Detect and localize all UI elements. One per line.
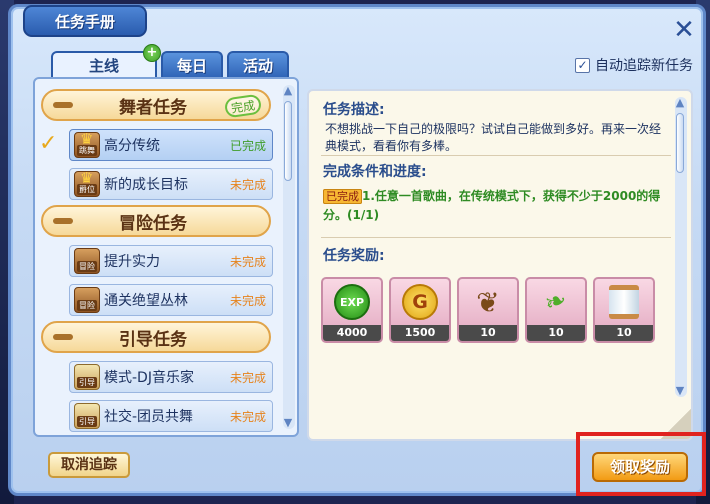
seed-icon: ❦ (476, 285, 500, 319)
quest-title: 通关绝望丛林 (104, 293, 188, 309)
quest-tabs: 主线 + 每日 活动 (51, 44, 289, 78)
condition-title: 完成条件和进度: (323, 164, 427, 180)
divider (321, 237, 671, 238)
quest-list-panel: 舞者任务 完成 ✓ 跳舞 高分传统 已完成 爵位 新的成长目标 未完成 冒险任务… (33, 77, 299, 437)
reward-count: 4000 (323, 325, 381, 341)
scroll-thumb[interactable] (284, 101, 292, 181)
dance-crown-icon: 跳舞 (74, 130, 100, 158)
reward-herb[interactable]: ❧ 10 (525, 277, 587, 343)
new-badge-icon: + (143, 44, 161, 62)
tab-main-label: 主线 (88, 57, 119, 75)
close-icon[interactable]: ✕ (671, 17, 697, 43)
guide-icon: 引导 (74, 403, 100, 429)
quest-icon-tag: 冒险 (77, 300, 97, 311)
reward-count: 10 (527, 325, 585, 341)
tab-event[interactable]: 活动 (227, 51, 289, 78)
quest-icon-tag: 引导 (77, 416, 97, 427)
quest-icon-tag: 冒险 (77, 261, 97, 272)
tab-daily-label: 每日 (176, 57, 207, 75)
quest-item[interactable]: 引导 模式-DJ音乐家 未完成 (69, 361, 273, 393)
quest-status: 未完成 (229, 293, 266, 308)
adventure-icon: 冒险 (74, 287, 100, 313)
reward-count: 1500 (391, 325, 449, 341)
category-dancer[interactable]: 舞者任务 完成 (41, 89, 271, 121)
quest-icon-tag: 爵位 (77, 184, 97, 195)
herb-icon: ❧ (540, 284, 572, 320)
scroll-down-icon[interactable]: ▼ (674, 385, 686, 397)
category-title: 引导任务 (119, 329, 187, 350)
category-title: 冒险任务 (119, 213, 187, 234)
completed-badge: 已完成 (323, 189, 362, 204)
quest-title: 高分传统 (104, 138, 160, 154)
quest-status: 未完成 (229, 177, 266, 192)
reward-spool[interactable]: 10 (593, 277, 655, 343)
completed-stamp: 完成 (223, 93, 263, 119)
tab-main[interactable]: 主线 + (51, 44, 161, 78)
window-title: 任务手册 (23, 5, 147, 37)
quest-status: 已完成 (229, 138, 266, 153)
quest-status: 未完成 (229, 254, 266, 269)
category-guide[interactable]: 引导任务 (41, 321, 271, 353)
highlight-annotation (576, 432, 706, 496)
adventure-icon: 冒险 (74, 248, 100, 274)
category-adventure[interactable]: 冒险任务 (41, 205, 271, 237)
cancel-track-button[interactable]: 取消追踪 (48, 452, 130, 478)
reward-title: 任务奖励: (323, 248, 385, 264)
tab-event-label: 活动 (242, 57, 273, 75)
quest-item[interactable]: 跳舞 高分传统 已完成 (69, 129, 273, 161)
quest-item[interactable]: 冒险 通关绝望丛林 未完成 (69, 284, 273, 316)
category-title: 舞者任务 (119, 97, 187, 118)
quest-icon-tag: 引导 (77, 377, 97, 388)
scroll-up-icon[interactable]: ▲ (674, 97, 686, 109)
description-title: 任务描述: (323, 102, 385, 118)
reward-count: 10 (595, 325, 653, 341)
quest-list-scrollbar[interactable]: ▲ ▼ (283, 85, 295, 429)
description-text: 不想挑战一下自己的极限吗？试试自己能做到多好。再来一次经典模式，看看你有多棒。 (325, 122, 662, 153)
auto-track-label: 自动追踪新任务 (595, 58, 693, 74)
condition-detail: 1.任意一首歌曲，在传统模式下，获得不少于2000的得分。(1/1) (323, 189, 661, 222)
quest-handbook-window: 任务手册 ✕ ✓ 自动追踪新任务 主线 + 每日 活动 舞者任务 完成 ✓ 跳舞… (8, 4, 706, 496)
quest-detail-panel: 任务描述: 不想挑战一下自己的极限吗？试试自己能做到多好。再来一次经典模式，看看… (307, 89, 693, 441)
checkmark-icon: ✓ (39, 131, 58, 156)
condition-text: 已完成 1.任意一首歌曲，在传统模式下，获得不少于2000的得分。(1/1) (323, 187, 667, 225)
quest-item[interactable]: 引导 社交-团员共舞 未完成 (69, 400, 273, 432)
quest-status: 未完成 (229, 370, 266, 385)
collapse-icon[interactable] (53, 334, 73, 340)
collapse-icon[interactable] (53, 218, 73, 224)
divider (321, 155, 671, 156)
scroll-up-icon[interactable]: ▲ (282, 85, 294, 97)
rank-crown-icon: 爵位 (74, 169, 100, 197)
quest-icon-tag: 跳舞 (77, 145, 97, 156)
quest-status: 未完成 (229, 409, 266, 424)
quest-item[interactable]: 爵位 新的成长目标 未完成 (69, 168, 273, 200)
reward-count: 10 (459, 325, 517, 341)
exp-icon: EXP (334, 284, 370, 320)
spool-icon (609, 285, 639, 319)
scroll-down-icon[interactable]: ▼ (282, 417, 294, 429)
quest-title: 模式-DJ音乐家 (104, 370, 194, 386)
collapse-icon[interactable] (53, 102, 73, 108)
reward-exp[interactable]: EXP 4000 (321, 277, 383, 343)
tab-daily[interactable]: 每日 (161, 51, 223, 78)
quest-title: 社交-团员共舞 (104, 409, 194, 425)
quest-title: 提升实力 (104, 254, 160, 270)
gold-coin-icon: G (402, 284, 438, 320)
detail-scrollbar[interactable]: ▲ ▼ (675, 97, 687, 397)
quest-item[interactable]: 冒险 提升实力 未完成 (69, 245, 273, 277)
auto-track-toggle[interactable]: ✓ 自动追踪新任务 (575, 55, 693, 75)
reward-seed[interactable]: ❦ 10 (457, 277, 519, 343)
auto-track-checkbox[interactable]: ✓ (575, 57, 590, 73)
guide-icon: 引导 (74, 364, 100, 390)
scroll-thumb[interactable] (676, 113, 684, 173)
reward-gold[interactable]: G 1500 (389, 277, 451, 343)
quest-title: 新的成长目标 (104, 177, 188, 193)
